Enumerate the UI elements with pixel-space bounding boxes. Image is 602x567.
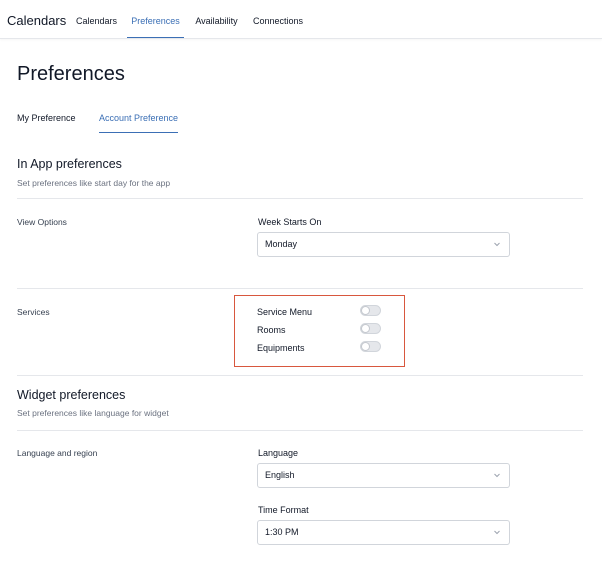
page-title: Preferences: [17, 63, 125, 85]
subtab-account-preference[interactable]: Account Preference: [99, 113, 179, 133]
widget-section-title: Widget preferences: [17, 388, 126, 402]
week-starts-on-select[interactable]: Monday: [257, 232, 510, 257]
service-menu-label: Service Menu: [257, 307, 313, 317]
language-region-label: Language and region: [17, 448, 98, 458]
view-options-label: View Options: [17, 217, 67, 227]
time-format-value: 1:30 PM: [265, 527, 299, 537]
week-starts-on-value: Monday: [265, 239, 298, 249]
app-brand: Calendars: [7, 13, 67, 28]
divider: [17, 430, 583, 431]
in-app-section-description: Set preferences like start day for the a…: [17, 178, 171, 188]
chevron-down-icon: [494, 242, 500, 247]
widget-section-description: Set preferences like language for widget: [17, 408, 169, 418]
toggle-knob: [361, 342, 370, 351]
divider: [17, 288, 583, 289]
chevron-down-icon: [494, 473, 500, 478]
time-format-label: Time Format: [258, 505, 309, 515]
services-label: Services: [17, 307, 50, 317]
language-value: English: [265, 470, 295, 480]
language-select[interactable]: English: [257, 463, 510, 488]
nav-tab-calendars[interactable]: Calendars: [76, 0, 117, 38]
rooms-toggle[interactable]: [360, 323, 381, 334]
chevron-down-icon: [494, 530, 500, 535]
rooms-label: Rooms: [257, 325, 286, 335]
divider: [17, 198, 583, 199]
equipments-label: Equipments: [257, 343, 305, 353]
nav-tab-connections[interactable]: Connections: [252, 0, 304, 38]
divider: [17, 375, 583, 376]
service-menu-toggle[interactable]: [360, 305, 381, 316]
preferences-page: Calendars Calendars Preferences Availabi…: [0, 0, 602, 567]
nav-tab-preferences[interactable]: Preferences: [127, 0, 184, 38]
toggle-knob: [361, 306, 370, 315]
time-format-select[interactable]: 1:30 PM: [257, 520, 510, 545]
top-navigation: Calendars Calendars Preferences Availabi…: [0, 0, 602, 39]
in-app-section-title: In App preferences: [17, 157, 122, 171]
nav-tab-availability[interactable]: Availability: [194, 0, 239, 38]
language-label: Language: [258, 448, 299, 458]
subtab-my-preference[interactable]: My Preference: [17, 113, 76, 131]
equipments-toggle[interactable]: [360, 341, 381, 352]
toggle-knob: [361, 324, 370, 333]
week-starts-on-label: Week Starts On: [258, 217, 322, 227]
